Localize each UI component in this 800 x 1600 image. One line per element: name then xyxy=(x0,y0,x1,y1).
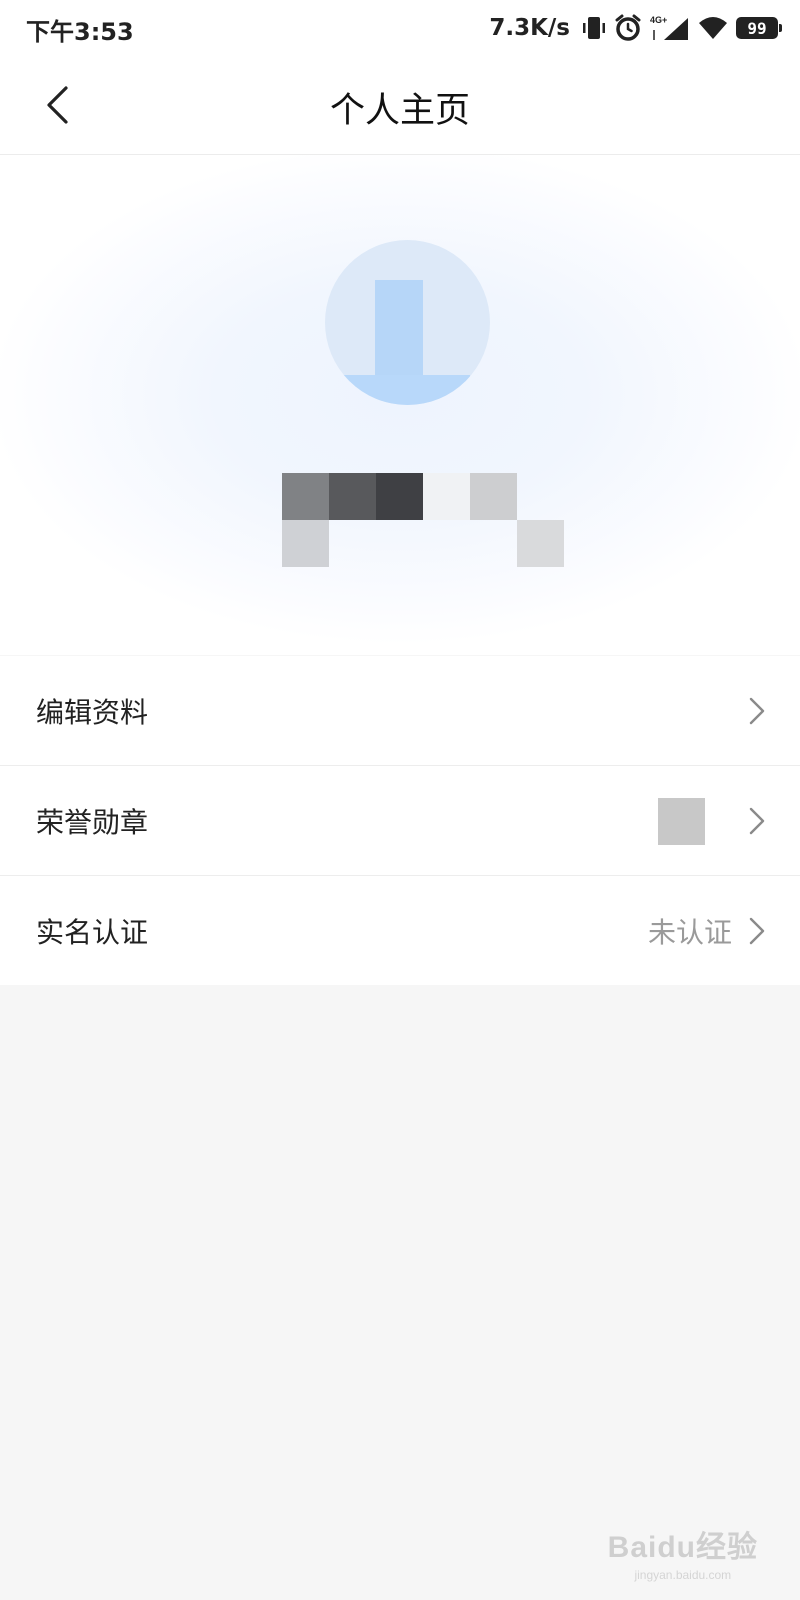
status-time: 下午3:53 xyxy=(26,18,134,46)
status-icons: 7.3K/s 4G+ 99 xyxy=(489,11,782,45)
menu-item-edit-profile[interactable]: 编辑资料 xyxy=(0,656,800,766)
battery-level: 99 xyxy=(747,18,767,38)
watermark-logo: Baidu经验 xyxy=(607,1531,758,1564)
status-bar: 下午3:53 7.3K/s 4G+ 99 xyxy=(0,0,800,56)
blur-pixel xyxy=(282,473,329,520)
4g-signal-icon: 4G+ xyxy=(650,14,690,42)
menu-item-real-name-verification[interactable]: 实名认证 未认证 xyxy=(0,876,800,985)
wifi-icon xyxy=(698,16,728,40)
watermark-url: jingyan.baidu.com xyxy=(634,1568,732,1582)
nav-bar: 个人主页 xyxy=(0,56,800,155)
watermark: Baidu经验 jingyan.baidu.com xyxy=(608,1522,758,1582)
chevron-right-icon xyxy=(749,917,765,945)
avatar-blur-block xyxy=(375,280,423,375)
blur-pixel xyxy=(282,520,329,567)
badge-blurred xyxy=(658,798,705,845)
chevron-right-icon xyxy=(749,807,765,835)
blur-pixel xyxy=(470,473,517,520)
verification-status: 未认证 xyxy=(647,915,732,949)
battery-icon: 99 xyxy=(736,17,782,39)
page-title: 个人主页 xyxy=(329,91,470,131)
menu-item-label: 荣誉勋章 xyxy=(36,805,149,839)
settings-menu: 编辑资料 荣誉勋章 实名认证 未认证 xyxy=(0,656,800,985)
avatar-blur-block xyxy=(325,375,470,405)
blur-pixel xyxy=(329,473,376,520)
profile-header xyxy=(0,155,800,655)
alarm-icon xyxy=(614,14,642,42)
blur-pixel xyxy=(423,473,470,520)
vibrate-icon xyxy=(582,15,606,41)
menu-item-label: 实名认证 xyxy=(36,915,149,949)
blur-pixel xyxy=(376,473,423,520)
avatar[interactable] xyxy=(325,240,490,405)
network-type: 4G+ xyxy=(650,15,667,25)
nickname-blurred xyxy=(282,473,564,567)
chevron-right-icon xyxy=(749,697,765,725)
menu-item-honor-badges[interactable]: 荣誉勋章 xyxy=(0,766,800,876)
network-speed: 7.3K/s xyxy=(489,15,570,41)
menu-item-label: 编辑资料 xyxy=(36,695,149,729)
blur-pixel xyxy=(517,520,564,567)
